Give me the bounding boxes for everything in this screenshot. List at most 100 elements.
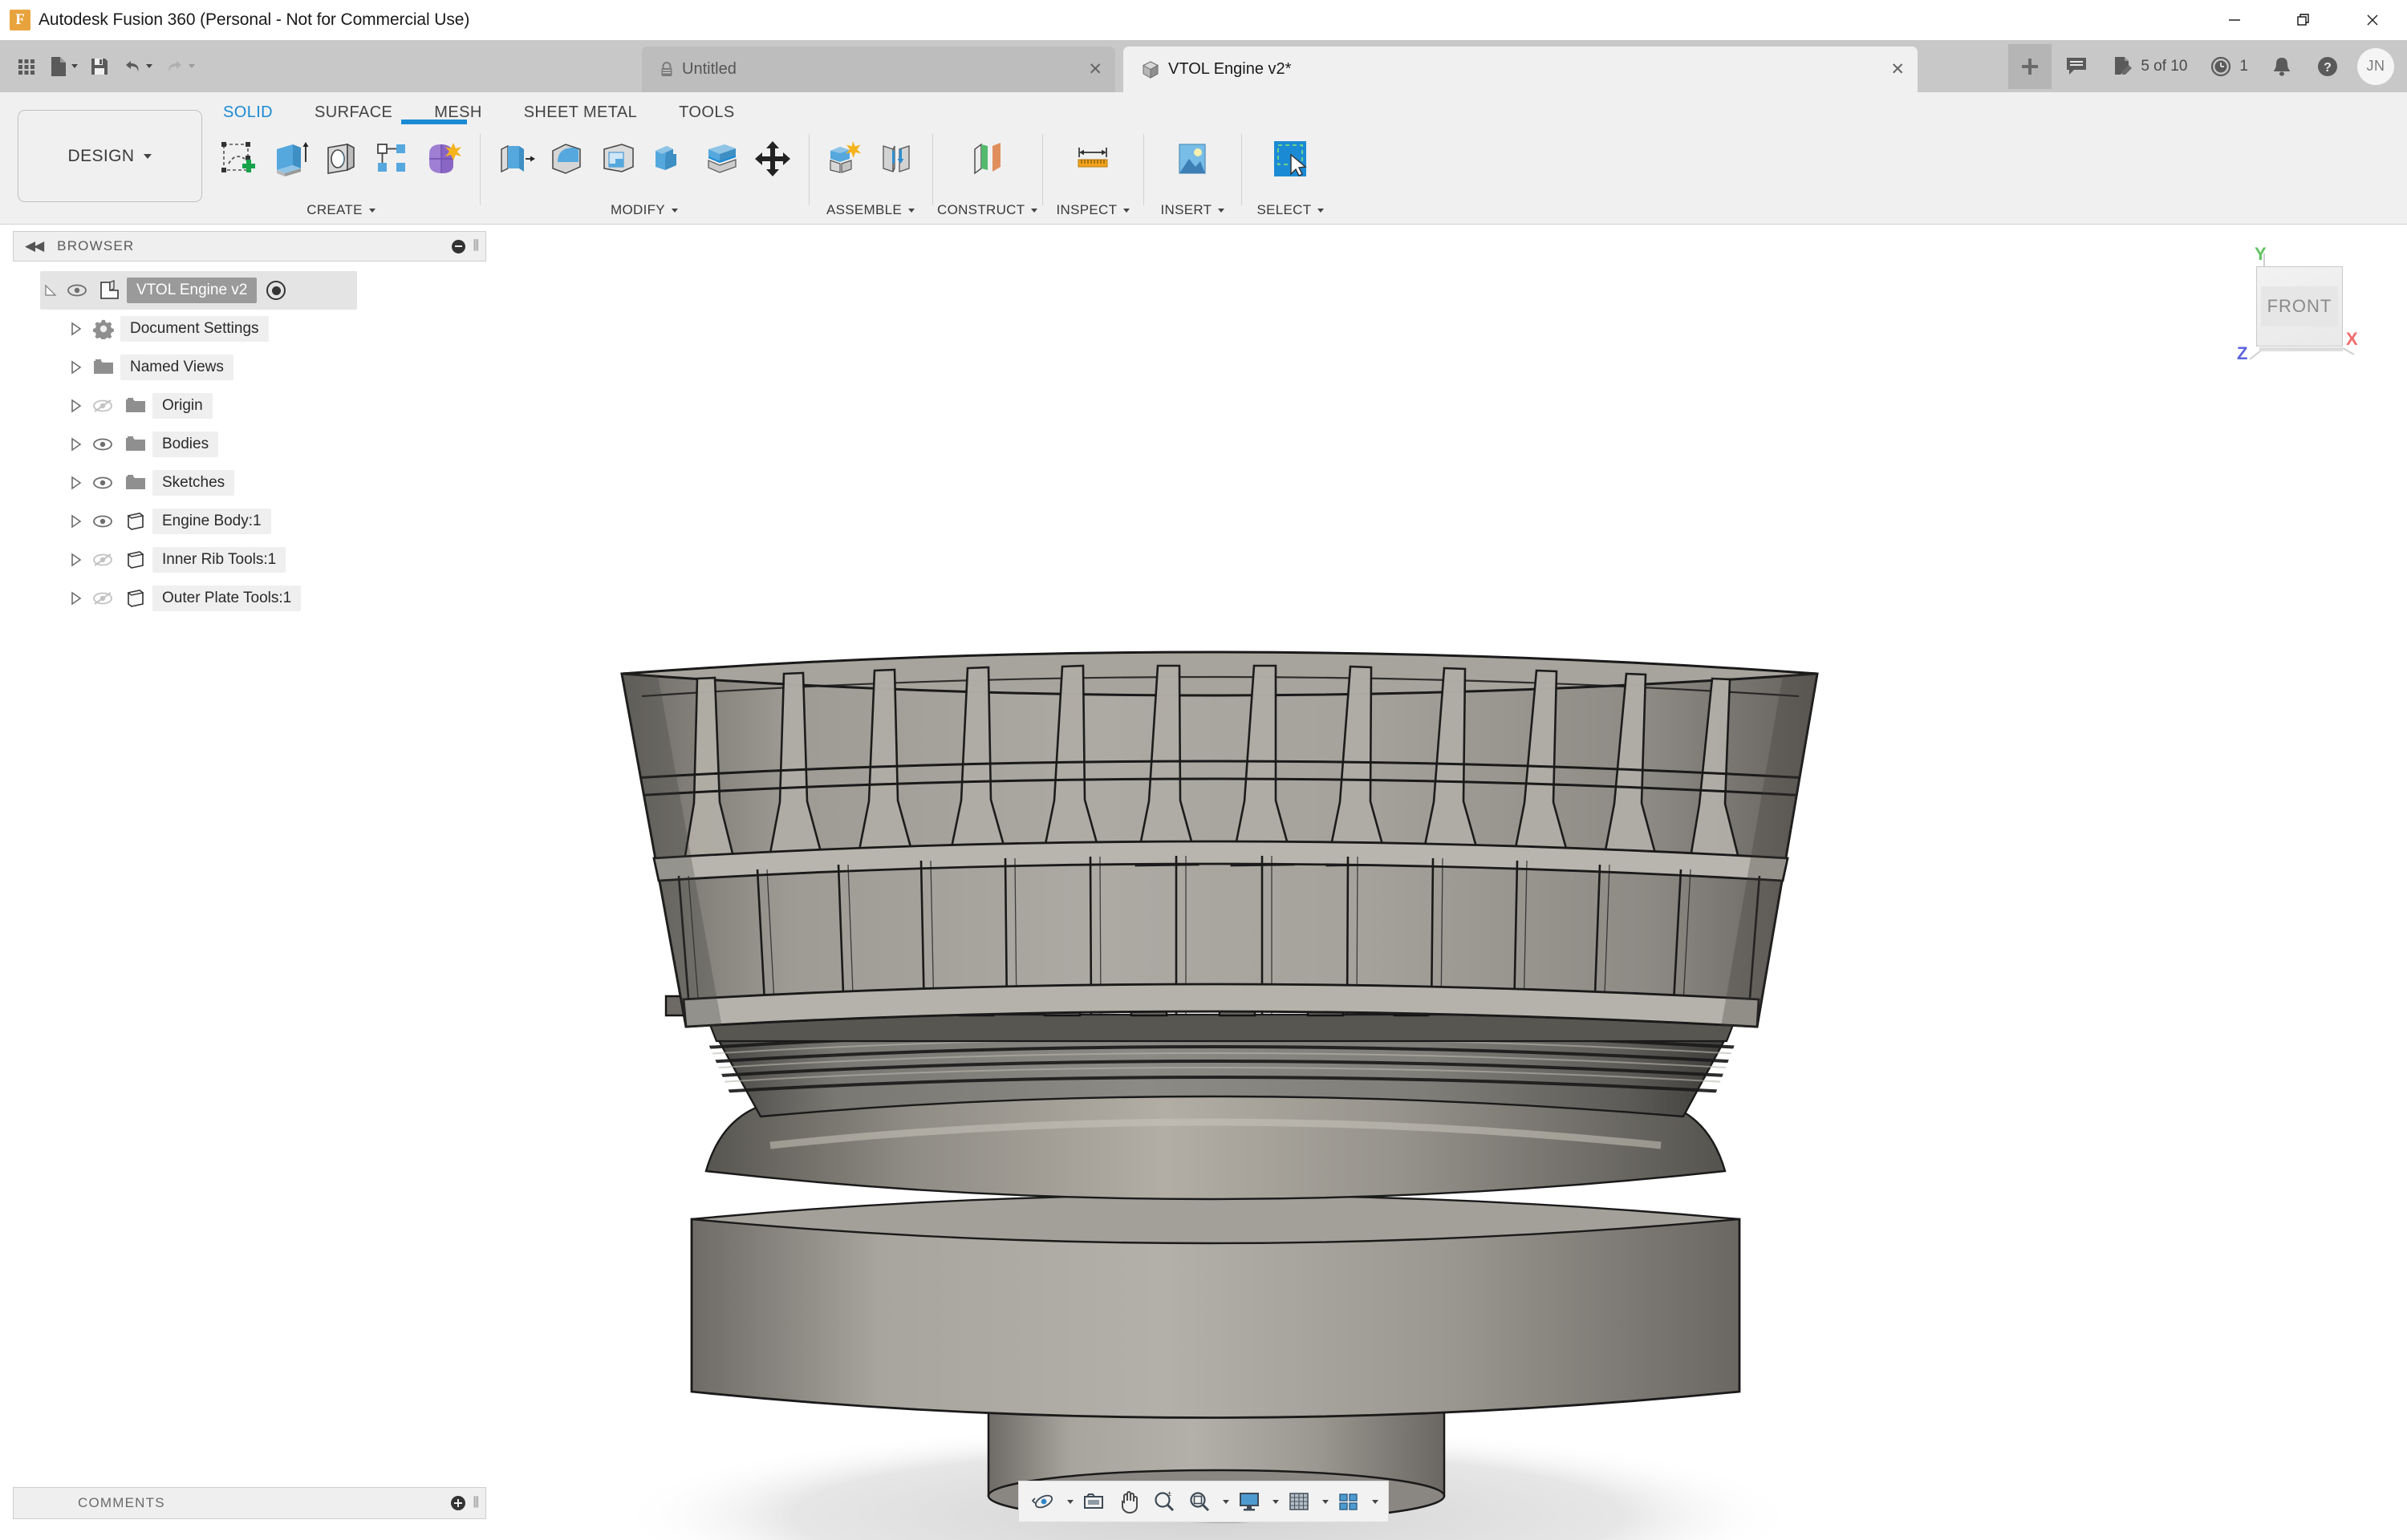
ribbon-tab-solid[interactable]: SOLID — [202, 99, 294, 127]
new-file-button[interactable] — [43, 47, 83, 87]
panel-create-caret-icon[interactable] — [368, 208, 375, 213]
app-grid-button[interactable] — [11, 47, 42, 87]
move-copy-tool[interactable] — [748, 134, 798, 184]
tree-node-document-settings[interactable]: Document Settings — [66, 310, 486, 348]
panel-select-caret-icon[interactable] — [1317, 208, 1325, 213]
tree-node-bodies[interactable]: Bodies — [66, 425, 486, 464]
shell-tool[interactable] — [594, 134, 643, 184]
visibility-eye-icon[interactable] — [61, 283, 93, 298]
ribbon-tab-tools[interactable]: TOOLS — [658, 99, 755, 127]
fillet-tool[interactable] — [542, 134, 592, 184]
ribbon-tab-surface[interactable]: SURFACE — [294, 99, 413, 127]
extrude-tool[interactable] — [265, 134, 315, 184]
display-settings-caret-icon[interactable] — [1268, 1499, 1281, 1504]
fit-caret-icon[interactable] — [1218, 1499, 1231, 1504]
panel-title-create[interactable]: CREATE — [306, 202, 375, 223]
display-settings-button[interactable] — [1232, 1485, 1266, 1518]
pattern-tool[interactable] — [367, 134, 417, 184]
expand-arrow-icon[interactable] — [66, 513, 87, 529]
press-pull-tool[interactable] — [491, 134, 541, 184]
tree-node-vtol-engine-v2[interactable]: VTOL Engine v2 — [40, 271, 357, 310]
help-button[interactable]: ? — [2306, 44, 2349, 89]
comments-button[interactable] — [2055, 44, 2098, 89]
insert-canvas-tool[interactable] — [1167, 134, 1217, 184]
recent-activity-button[interactable]: 1 — [2200, 44, 2258, 89]
tree-node-engine-body[interactable]: Engine Body:1 — [66, 502, 486, 541]
orbit-caret-icon[interactable] — [1062, 1499, 1075, 1504]
undo-caret-icon[interactable] — [146, 64, 152, 68]
view-cube-front-face[interactable]: FRONT — [2256, 266, 2343, 346]
tree-node-origin[interactable]: Origin — [66, 387, 486, 425]
panel-insert-caret-icon[interactable] — [1218, 208, 1225, 213]
combine-tool[interactable] — [645, 134, 695, 184]
expand-arrow-icon[interactable] — [66, 359, 87, 375]
close-window-button[interactable] — [2338, 0, 2407, 40]
new-component-tool[interactable] — [820, 134, 870, 184]
expand-arrow-icon[interactable] — [66, 321, 87, 337]
viewports-caret-icon[interactable] — [1367, 1499, 1380, 1504]
new-tab-button[interactable] — [2008, 43, 2052, 89]
notifications-button[interactable] — [2261, 44, 2303, 89]
workspace-caret-icon[interactable] — [144, 153, 152, 159]
offset-face-tool[interactable] — [696, 134, 746, 184]
minimize-button[interactable] — [2200, 0, 2269, 40]
expand-arrow-icon[interactable] — [66, 475, 87, 491]
panel-title-modify[interactable]: MODIFY — [611, 202, 678, 223]
plus-circle-icon[interactable] — [450, 1496, 465, 1510]
close-tab-untitled-icon[interactable]: ✕ — [1056, 59, 1102, 79]
joint-tool[interactable] — [871, 134, 921, 184]
create-sketch-tool[interactable] — [213, 134, 263, 184]
browser-resize-grip[interactable]: ⫼ — [473, 239, 479, 253]
revolve-tool[interactable] — [316, 134, 366, 184]
panel-assemble-caret-icon[interactable] — [908, 208, 915, 213]
comments-resize-grip[interactable]: ⫼ — [473, 1496, 479, 1510]
expand-arrow-open-icon[interactable] — [40, 282, 61, 298]
save-button[interactable] — [84, 47, 115, 87]
panel-modify-caret-icon[interactable] — [671, 208, 678, 213]
redo-button[interactable] — [159, 47, 200, 87]
minus-circle-icon[interactable] — [451, 239, 465, 253]
workspace-switcher-button[interactable]: DESIGN — [18, 110, 202, 202]
tree-node-outer-plate-tools[interactable]: Outer Plate Tools:1 — [66, 579, 486, 618]
tree-node-named-views[interactable]: Named Views — [66, 348, 486, 387]
close-tab-vtol-icon[interactable]: ✕ — [1858, 59, 1905, 79]
create-form-tool[interactable] — [419, 134, 469, 184]
tree-node-sketches[interactable]: Sketches — [66, 464, 486, 502]
visibility-eye-off-icon[interactable] — [87, 553, 119, 567]
panel-title-select[interactable]: SELECT — [1256, 202, 1325, 223]
panel-title-inspect[interactable]: INSPECT — [1057, 202, 1130, 223]
fit-button[interactable] — [1183, 1485, 1216, 1518]
construct-plane-tool[interactable] — [963, 134, 1013, 184]
zoom-button[interactable]: ± — [1147, 1485, 1181, 1518]
look-at-button[interactable] — [1077, 1485, 1110, 1518]
collapse-left-icon[interactable]: ◀◀ — [20, 238, 47, 254]
grid-snaps-caret-icon[interactable] — [1317, 1499, 1330, 1504]
select-tool[interactable] — [1265, 134, 1315, 184]
expand-arrow-icon[interactable] — [66, 398, 87, 414]
expand-arrow-icon[interactable] — [66, 552, 87, 568]
panel-title-insert[interactable]: INSERT — [1161, 202, 1225, 223]
visibility-eye-off-icon[interactable] — [87, 399, 119, 413]
panel-construct-caret-icon[interactable] — [1031, 208, 1038, 213]
orbit-button[interactable] — [1027, 1485, 1061, 1518]
undo-button[interactable] — [116, 47, 157, 87]
view-cube[interactable]: FRONT Y X Z — [2226, 242, 2370, 379]
grid-snaps-button[interactable] — [1282, 1485, 1316, 1518]
redo-caret-icon[interactable] — [189, 64, 195, 68]
expand-arrow-icon[interactable] — [66, 436, 87, 452]
activate-component-radio[interactable] — [266, 281, 286, 300]
maximize-restore-button[interactable] — [2269, 0, 2338, 40]
tree-node-inner-rib-tools[interactable]: Inner Rib Tools:1 — [66, 541, 486, 579]
viewports-button[interactable] — [1332, 1485, 1366, 1518]
measure-tool[interactable] — [1068, 134, 1118, 184]
document-tab-vtol-engine[interactable]: VTOL Engine v2* ✕ — [1123, 47, 1918, 92]
new-file-caret-icon[interactable] — [71, 64, 78, 68]
document-tab-untitled[interactable]: Untitled ✕ — [642, 47, 1115, 92]
user-avatar[interactable]: JN — [2357, 47, 2394, 85]
panel-title-assemble[interactable]: ASSEMBLE — [826, 202, 915, 223]
expand-arrow-icon[interactable] — [66, 590, 87, 606]
ribbon-tab-sheet-metal[interactable]: SHEET METAL — [503, 99, 658, 127]
pan-button[interactable] — [1112, 1485, 1146, 1518]
visibility-eye-icon[interactable] — [87, 437, 119, 452]
visibility-eye-icon[interactable] — [87, 476, 119, 490]
